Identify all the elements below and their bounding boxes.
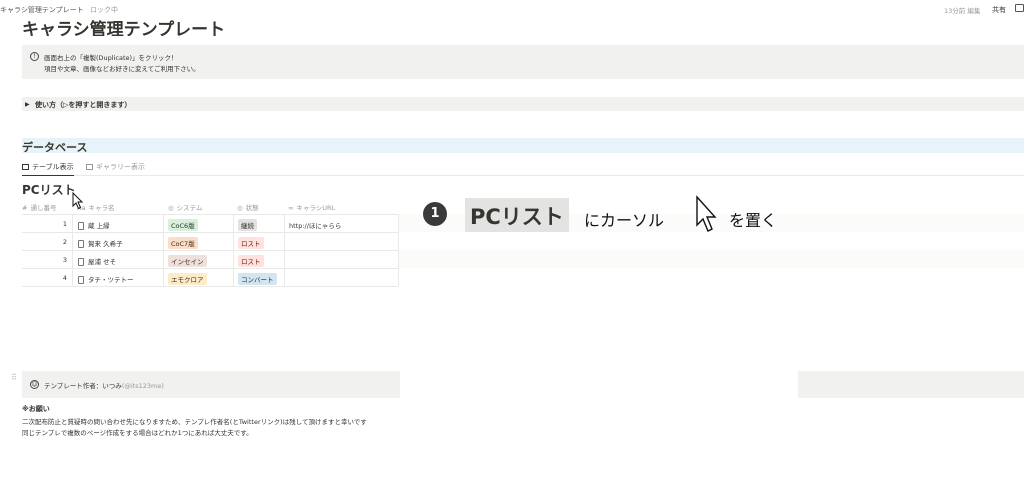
row-number: 1 [62,220,67,228]
character-name[interactable]: タチ・ツテトー [78,274,134,284]
number-icon: # [22,204,28,212]
page-icon [78,222,84,230]
callout-line-1: 画面右上の「複製(Duplicate)」をクリック！ [44,54,178,62]
share-button[interactable]: 共有 [992,5,1006,15]
column-header-url[interactable]: ∞ キャラシURL [288,202,335,212]
toggle-label: 使い方（▷を押すと開きます） [35,101,132,109]
character-url[interactable]: http://ほにゃらら [289,220,341,230]
select-icon: ◎ [237,204,243,212]
lock-status[interactable]: ロック中 [90,5,118,15]
breadcrumb[interactable]: キャラシ管理テンプレート [0,5,84,15]
toggle-triangle-icon[interactable]: ▶ [25,101,30,108]
info-icon: ! [30,52,39,61]
column-divider [72,214,73,286]
row-number: 2 [62,238,67,246]
status-tag[interactable]: 継続 [238,219,257,231]
column-header-status[interactable]: ◎ 状態 [237,202,259,212]
large-cursor-icon [696,195,717,232]
tab-gallery-label: ギャラリー表示 [96,163,145,171]
database-heading: データベース [22,138,1024,154]
column-divider [233,214,234,286]
select-icon: ◎ [168,204,174,212]
column-header-url-label: キャラシURL [296,204,336,212]
mouse-cursor-icon [72,192,84,210]
link-icon: ∞ [288,204,294,212]
usage-toggle[interactable]: ▶ 使い方（▷を押すと開きます） [22,97,1024,111]
system-tag[interactable]: インセイン [168,255,207,267]
callout-line-2: 項目や文章、画像などお好きに変えてご利用下さい。 [44,65,200,73]
edited-timestamp: 13分前 編集 [944,7,981,15]
system-tag[interactable]: エモクロア [168,273,207,285]
smiley-icon: ☺ [30,380,39,389]
comment-icon[interactable] [1015,4,1024,12]
view-tabs: テーブル表示 ギャラリー表示 [22,160,1024,176]
table-divider [22,250,398,251]
column-header-number[interactable]: # 通し番号 [22,202,56,212]
notes-title: ※お願い [22,405,50,413]
step-number-badge: 1 [423,202,447,226]
character-name[interactable]: 屋浦 せそ [78,256,116,266]
character-name-text: 賀来 久希子 [88,240,123,248]
table-divider [22,214,398,215]
row-number: 4 [62,274,67,282]
column-header-number-label: 通し番号 [30,204,57,212]
character-name-text: タチ・ツテトー [88,276,134,284]
status-tag[interactable]: コンバート [238,273,277,285]
list-title[interactable]: PCリスト [22,181,76,198]
tab-table-label: テーブル表示 [32,163,74,171]
table-divider [22,268,398,269]
system-tag[interactable]: CoC7版 [168,237,198,249]
system-tag[interactable]: CoC6版 [168,219,198,231]
status-tag[interactable]: ロスト [238,237,264,249]
gallery-icon [86,164,93,170]
author-label: テンプレート作者：いつみ [44,382,122,390]
row-extension [399,250,1024,268]
row-number: 3 [62,256,67,264]
column-divider [284,214,285,286]
character-name[interactable]: 蔵 上縁 [78,220,110,230]
status-tag[interactable]: ロスト [238,255,264,267]
page-icon [78,258,84,266]
column-header-name-label: キャラ名 [88,204,115,212]
instruction-text-2: を置く [729,211,778,230]
highlighted-list-title: PCリスト [465,198,569,232]
table-divider [22,232,398,233]
info-callout: ! 画面右上の「複製(Duplicate)」をクリック！ 項目や文章、画像などお… [22,45,1024,79]
table-icon [22,164,29,170]
author-text: テンプレート作者：いつみ(@its123me) [44,380,164,390]
database-heading-text: データベース [22,141,88,154]
callout-extension [798,371,1024,398]
notes-line-1: 二次配布防止と質疑時の問い合わせ先になりますため、テンプレ作者名(とTwitte… [22,418,367,426]
page-icon [78,276,84,284]
page-title: キャラシ管理テンプレート [22,20,226,36]
column-header-system-label: システム [176,204,203,212]
notes-line-2: 同じテンプレで複数のページ作成をする場合はどれか1つにあれば大丈夫です。 [22,429,253,437]
character-name-text: 屋浦 せそ [88,258,117,266]
tab-gallery-view[interactable]: ギャラリー表示 [86,162,145,176]
drag-handle-icon[interactable]: ⠿ [11,373,17,382]
column-divider [163,214,164,286]
author-handle-link[interactable]: (@its123me) [122,382,164,390]
column-header-system[interactable]: ◎ システム [168,202,202,212]
character-name-text: 蔵 上縁 [88,222,110,230]
page-icon [78,240,84,248]
column-header-status-label: 状態 [245,204,259,212]
table-divider [22,286,398,287]
tab-table-view[interactable]: テーブル表示 [22,162,74,176]
author-callout: ☺ テンプレート作者：いつみ(@its123me) [22,371,400,398]
character-name[interactable]: 賀来 久希子 [78,238,123,248]
instruction-text-1: にカーソル [584,211,665,230]
